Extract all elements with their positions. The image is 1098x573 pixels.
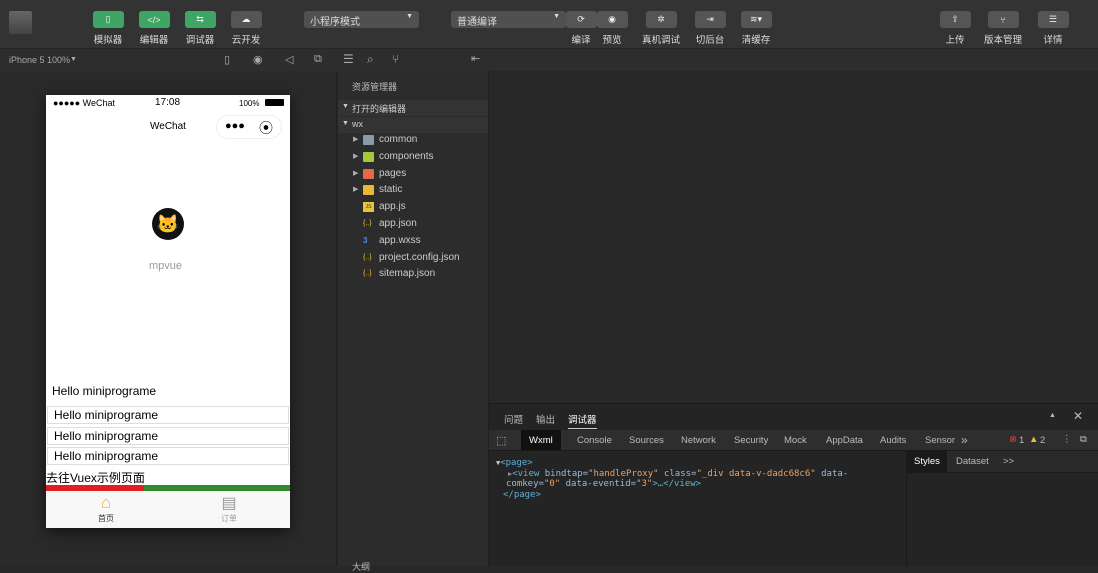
branch-icon: ⑂ bbox=[987, 11, 1019, 28]
list-item: Hello miniprograme bbox=[47, 406, 289, 424]
device-select[interactable]: iPhone 5 100% bbox=[9, 55, 70, 65]
tab-order[interactable]: ▤ 订单 bbox=[209, 493, 249, 524]
main-toolbar: ▯ 模拟器 </> 编辑器 ⇆ 调试器 ☁ 云开发 小程序模式 ▼ 普通编译 ▼ ⟳ 编译 ◉… bbox=[0, 0, 1098, 49]
styles-sidebar: Styles Dataset >> bbox=[906, 451, 1098, 567]
record-icon[interactable]: ◉ bbox=[253, 53, 263, 66]
devtools-tabbar: ⬚ Wxml Console Sources Network Security Mock A… bbox=[489, 430, 1098, 451]
tab-sources[interactable]: Sources bbox=[621, 430, 672, 450]
phone-icon: ▯ bbox=[92, 11, 124, 28]
vuex-link[interactable]: 去往Vuex示例页面 bbox=[46, 469, 145, 486]
upload-button[interactable]: ⇧ 上传 bbox=[933, 11, 977, 46]
version-button[interactable]: ⑂ 版本管理 bbox=[981, 11, 1025, 46]
tab-audits[interactable]: Audits bbox=[872, 430, 914, 450]
expand-icon[interactable]: ▲ bbox=[1049, 412, 1056, 419]
details-button[interactable]: ☰ 详情 bbox=[1031, 11, 1075, 46]
simulator-button[interactable]: ▯ 模拟器 bbox=[86, 11, 130, 46]
switch-icon: ⇥ bbox=[694, 11, 726, 28]
warning-icon: ▲ bbox=[1029, 434, 1039, 445]
js-file-icon: JS bbox=[363, 202, 374, 213]
preview-button[interactable]: ◉ 预览 bbox=[590, 11, 634, 46]
search-icon[interactable]: ⌕ bbox=[367, 52, 374, 67]
battery-icon bbox=[265, 99, 284, 106]
caret-down-icon: ▼ bbox=[406, 13, 413, 20]
list-item: Hello miniprograme bbox=[47, 447, 289, 465]
chevron-right-icon: ▶ bbox=[353, 169, 359, 177]
open-editors-section[interactable]: ▼ 打开的编辑器 bbox=[338, 100, 488, 116]
avatar[interactable] bbox=[9, 11, 32, 34]
nav-title: WeChat bbox=[150, 121, 186, 132]
chevron-right-icon: ▶ bbox=[353, 186, 359, 194]
caret-down-icon: ▼ bbox=[70, 56, 77, 63]
folder-icon bbox=[363, 185, 374, 196]
tab-security[interactable]: Security bbox=[726, 430, 776, 450]
tab-sensor[interactable]: Sensor bbox=[917, 430, 963, 450]
collapse-icon[interactable]: ⇤ bbox=[471, 52, 480, 65]
file-explorer: 资源管理器 ▼ 打开的编辑器 ▼ wx ▶ common ▶ components ▶ pag… bbox=[338, 71, 489, 572]
json-file-icon: {..} bbox=[363, 270, 372, 278]
menu-icon: ☰ bbox=[1037, 11, 1069, 28]
folder-icon bbox=[363, 168, 374, 179]
tab-debugger[interactable]: 调试器 bbox=[568, 412, 597, 429]
close-icon[interactable]: ✕ bbox=[1073, 409, 1083, 423]
tab-bar: ⌂ 首页 ▤ 订单 bbox=[46, 491, 290, 528]
layers-icon: ≋▾ bbox=[740, 11, 772, 28]
branch-icon[interactable]: ⑂ bbox=[392, 52, 399, 66]
chevron-right-icon: ▶ bbox=[353, 136, 359, 143]
more-icon[interactable]: ●●● bbox=[225, 120, 245, 132]
folder-icon bbox=[363, 151, 374, 162]
cloud-icon: ☁ bbox=[230, 11, 262, 28]
more-tabs[interactable]: >> bbox=[1003, 456, 1014, 467]
windows-icon[interactable]: ⧉ bbox=[314, 53, 322, 66]
phone-icon[interactable]: ▯ bbox=[224, 53, 230, 66]
tab-network[interactable]: Network bbox=[673, 430, 724, 450]
undock-icon[interactable]: ⧉ bbox=[1080, 434, 1087, 445]
debug-icon: ⇆ bbox=[184, 11, 216, 28]
close-target-icon[interactable]: ⦿ bbox=[259, 118, 273, 138]
more-tabs-icon[interactable]: » bbox=[961, 433, 968, 447]
phone-screen: ●●●●● WeChat 17:08 100% WeChat ●●● ⦿ 🐱 mp… bbox=[46, 95, 290, 528]
home-icon: ⌂ bbox=[100, 493, 112, 512]
volume-icon[interactable]: ◁ bbox=[285, 53, 293, 66]
tab-problems[interactable]: 问题 bbox=[504, 412, 523, 426]
order-icon: ▤ bbox=[221, 495, 237, 512]
debugger-panel: 问题 输出 调试器 ▲ ✕ ⬚ Wxml Console Sources Networ… bbox=[489, 403, 1098, 567]
background-button[interactable]: ⇥ 切后台 bbox=[688, 11, 732, 46]
eye-icon: ◉ bbox=[596, 11, 628, 28]
list-icon[interactable]: ☰ bbox=[343, 52, 354, 66]
tab-console[interactable]: Console bbox=[569, 430, 620, 450]
clear-cache-button[interactable]: ≋▾ 清缓存 bbox=[734, 11, 778, 46]
tab-mock[interactable]: Mock bbox=[776, 430, 815, 450]
kebab-menu-icon[interactable]: ⋮ bbox=[1062, 434, 1072, 445]
tab-output[interactable]: 输出 bbox=[536, 412, 555, 426]
debugger-button[interactable]: ⇆ 调试器 bbox=[178, 11, 222, 46]
mode-select[interactable]: 小程序模式 ▼ bbox=[304, 11, 419, 28]
github-logo-icon: 🐱 bbox=[152, 208, 184, 240]
logo-text: mpvue bbox=[149, 260, 183, 272]
sub-toolbar: iPhone 5 100% ▼ ▯ ◉ ◁ ⧉ ☰ ⌕ ⑂ ⇤ bbox=[0, 49, 1098, 71]
remote-debug-button[interactable]: ✲ 真机调试 bbox=[639, 11, 683, 46]
outline-section[interactable]: 大纲 bbox=[352, 560, 370, 573]
bug-icon: ✲ bbox=[645, 11, 677, 28]
json-file-icon: {..} bbox=[363, 253, 372, 261]
upload-icon: ⇧ bbox=[939, 11, 971, 28]
inspect-icon[interactable]: ⬚ bbox=[496, 434, 506, 447]
cloud-button[interactable]: ☁ 云开发 bbox=[224, 11, 268, 46]
tab-styles[interactable]: Styles bbox=[907, 451, 947, 473]
editor-button[interactable]: </> 编辑器 bbox=[132, 11, 176, 46]
tab-appdata[interactable]: AppData bbox=[818, 430, 871, 450]
chevron-right-icon: ▶ bbox=[353, 152, 359, 160]
tab-dataset[interactable]: Dataset bbox=[956, 456, 989, 467]
folder-icon bbox=[363, 135, 374, 145]
json-file-icon: {..} bbox=[363, 220, 372, 227]
list-item: Hello miniprograme bbox=[47, 427, 289, 445]
css-file-icon: 3 bbox=[363, 235, 368, 245]
capsule-menu[interactable]: ●●● ⦿ bbox=[216, 115, 282, 139]
tab-wxml[interactable]: Wxml bbox=[521, 430, 561, 450]
error-icon: ⊗ bbox=[1009, 434, 1017, 445]
tab-home[interactable]: ⌂ 首页 bbox=[86, 493, 126, 524]
code-icon: </> bbox=[138, 11, 170, 28]
compile-select[interactable]: 普通编译 ▼ bbox=[451, 11, 566, 28]
root-folder[interactable]: ▼ wx bbox=[338, 117, 488, 133]
